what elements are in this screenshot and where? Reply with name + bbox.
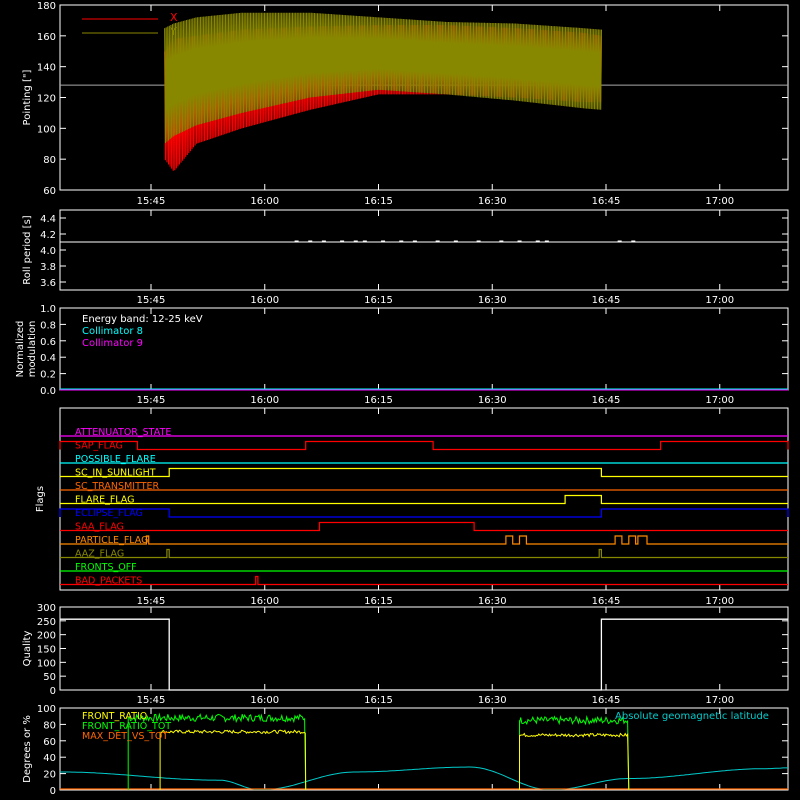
figure-canvas: 15:45 16:00 16:15 16:30 16:45 17:00 60 80 100 120… bbox=[0, 0, 800, 800]
x-tick-label: 16:45 bbox=[592, 395, 621, 406]
y-tick-label: 80 bbox=[43, 155, 56, 166]
x-tick-label: 15:45 bbox=[137, 695, 166, 706]
y-tick-label: 50 bbox=[43, 672, 56, 683]
y-tick-label: 120 bbox=[37, 94, 56, 105]
y-tick-label: 300 bbox=[37, 603, 56, 614]
flag-label: SAP_FLAG bbox=[75, 441, 123, 452]
x-tick-label: 16:00 bbox=[250, 695, 279, 706]
legend-label: MAX_DET_VS_TOT bbox=[82, 731, 168, 742]
y-tick-label: 200 bbox=[37, 631, 56, 642]
y-tick-label: 4.0 bbox=[40, 246, 56, 257]
x-tick-label: 15:45 bbox=[137, 596, 166, 607]
y-tick-label: 150 bbox=[37, 645, 56, 656]
x-tick-label: 16:30 bbox=[478, 295, 507, 306]
y-tick-label: 3.8 bbox=[40, 262, 56, 273]
y-tick-label: 0.6 bbox=[40, 337, 56, 348]
x-tick-label: 16:45 bbox=[592, 295, 621, 306]
y-tick-label: 0.0 bbox=[40, 386, 56, 397]
x-tick-label: 16:15 bbox=[364, 196, 393, 207]
x-tick-label: 17:00 bbox=[705, 295, 734, 306]
y-tick-label: 60 bbox=[43, 186, 56, 197]
y-tick-label: 3.6 bbox=[40, 278, 56, 289]
x-tick-label: 17:00 bbox=[705, 196, 734, 207]
legend-label: X bbox=[170, 11, 178, 24]
x-tick-label: 17:00 bbox=[705, 695, 734, 706]
y-tick-label: 250 bbox=[37, 617, 56, 628]
y-tick-label: 0 bbox=[50, 686, 56, 697]
x-tick-label: 17:00 bbox=[705, 596, 734, 607]
y-axis-label: modulation bbox=[27, 321, 38, 378]
y-tick-label: 80 bbox=[43, 720, 56, 731]
y-tick-label: 160 bbox=[37, 32, 56, 43]
y-tick-label: 100 bbox=[37, 704, 56, 715]
x-tick-label: 16:30 bbox=[478, 395, 507, 406]
y-tick-label: 0.4 bbox=[40, 353, 56, 364]
x-tick-label: 16:45 bbox=[592, 196, 621, 207]
x-tick-label: 15:45 bbox=[137, 196, 166, 207]
figure-background bbox=[0, 0, 800, 800]
x-tick-label: 15:45 bbox=[137, 295, 166, 306]
x-tick-label: 17:00 bbox=[705, 395, 734, 406]
y-tick-label: 0.2 bbox=[40, 370, 56, 381]
y-axis-label: Quality bbox=[22, 631, 33, 667]
y-axis-label: Pointing ["] bbox=[22, 69, 33, 125]
x-tick-label: 16:00 bbox=[250, 295, 279, 306]
y-tick-label: 180 bbox=[37, 1, 56, 12]
x-tick-label: 16:15 bbox=[364, 695, 393, 706]
x-tick-label: 16:00 bbox=[250, 395, 279, 406]
x-tick-label: 16:30 bbox=[478, 196, 507, 207]
y-tick-label: 60 bbox=[43, 737, 56, 748]
x-tick-label: 16:45 bbox=[592, 596, 621, 607]
x-tick-label: 15:45 bbox=[137, 395, 166, 406]
y-axis-label: Normalized bbox=[15, 321, 26, 378]
x-tick-label: 16:30 bbox=[478, 596, 507, 607]
legend-label: Y bbox=[169, 25, 177, 38]
x-tick-label: 16:00 bbox=[250, 596, 279, 607]
flag-label: ECLIPSE_FLAG bbox=[75, 508, 143, 519]
y-axis-label: Degrees or % bbox=[22, 715, 33, 783]
x-tick-label: 16:15 bbox=[364, 395, 393, 406]
y-axis-label: Roll period [s] bbox=[22, 215, 33, 284]
y-tick-label: 100 bbox=[37, 124, 56, 135]
y-tick-label: 20 bbox=[43, 770, 56, 781]
y-axis-label: Flags bbox=[35, 486, 46, 512]
legend-label: Collimator 8 bbox=[82, 326, 143, 337]
legend-label: Absolute geomagnetic latitude bbox=[615, 711, 769, 722]
y-tick-label: 0.8 bbox=[40, 320, 56, 331]
y-tick-label: 40 bbox=[43, 753, 56, 764]
x-tick-label: 16:15 bbox=[364, 295, 393, 306]
y-tick-label: 4.4 bbox=[40, 214, 56, 225]
y-tick-label: 0 bbox=[50, 786, 56, 797]
energy-band-label: Energy band: 12-25 keV bbox=[82, 314, 203, 325]
x-tick-label: 16:15 bbox=[364, 596, 393, 607]
y-tick-label: 100 bbox=[37, 658, 56, 669]
x-tick-label: 16:00 bbox=[250, 196, 279, 207]
legend-label: Collimator 9 bbox=[82, 338, 143, 349]
x-tick-label: 16:30 bbox=[478, 695, 507, 706]
y-tick-label: 4.2 bbox=[40, 230, 56, 241]
y-tick-label: 140 bbox=[37, 63, 56, 74]
x-tick-label: 16:45 bbox=[592, 695, 621, 706]
y-tick-label: 1.0 bbox=[40, 304, 56, 315]
